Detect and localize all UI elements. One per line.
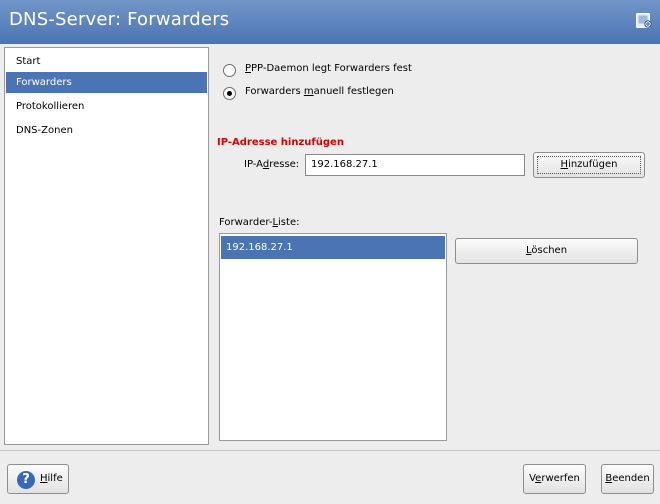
ppp-daemon-radio[interactable]	[223, 64, 236, 77]
sidebar-item-protokollieren[interactable]: Protokollieren	[6, 96, 207, 117]
forwarder-list-label: Forwarder-Liste:	[219, 217, 300, 228]
sidebar-item-start[interactable]: Start	[6, 51, 207, 72]
list-item[interactable]: 192.168.27.1	[221, 236, 445, 259]
add-ip-section-title: IP-Adresse hinzufügen	[217, 137, 344, 148]
sidebar-item-label: Forwarders	[16, 77, 72, 88]
sidebar-item-label: DNS-Zonen	[16, 125, 73, 136]
discard-button[interactable]: Verwerfen	[523, 464, 586, 494]
footer-divider	[0, 450, 660, 451]
title-bar: DNS-Server: Forwarders	[0, 0, 660, 44]
help-icon: ?	[17, 471, 35, 489]
manual-forwarders-label[interactable]: Forwarders manuell festlegen	[245, 86, 394, 97]
ip-address-label: IP-Adresse:	[244, 159, 300, 170]
forwarder-listbox[interactable]: 192.168.27.1	[219, 233, 447, 441]
sidebar-item-label: Start	[16, 56, 41, 67]
sidebar-item-label: Protokollieren	[16, 101, 85, 112]
ip-address-input[interactable]: 192.168.27.1	[305, 154, 525, 176]
window-title: DNS-Server: Forwarders	[9, 9, 230, 30]
add-button[interactable]: Hinzufügen	[533, 152, 645, 178]
sidebar-item-dns-zonen[interactable]: DNS-Zonen	[6, 120, 207, 141]
finish-button[interactable]: Beenden	[601, 464, 654, 494]
yast-module-icon	[636, 13, 652, 28]
ppp-daemon-label[interactable]: PPP-Daemon legt Forwarders fest	[245, 63, 412, 74]
sidebar-navigation: Start Forwarders Protokollieren DNS-Zone…	[4, 47, 209, 445]
delete-button[interactable]: Löschen	[455, 238, 638, 264]
help-button[interactable]: ? Hilfe	[7, 464, 69, 494]
sidebar-item-forwarders[interactable]: Forwarders	[6, 72, 207, 93]
manual-forwarders-radio[interactable]	[223, 87, 236, 100]
